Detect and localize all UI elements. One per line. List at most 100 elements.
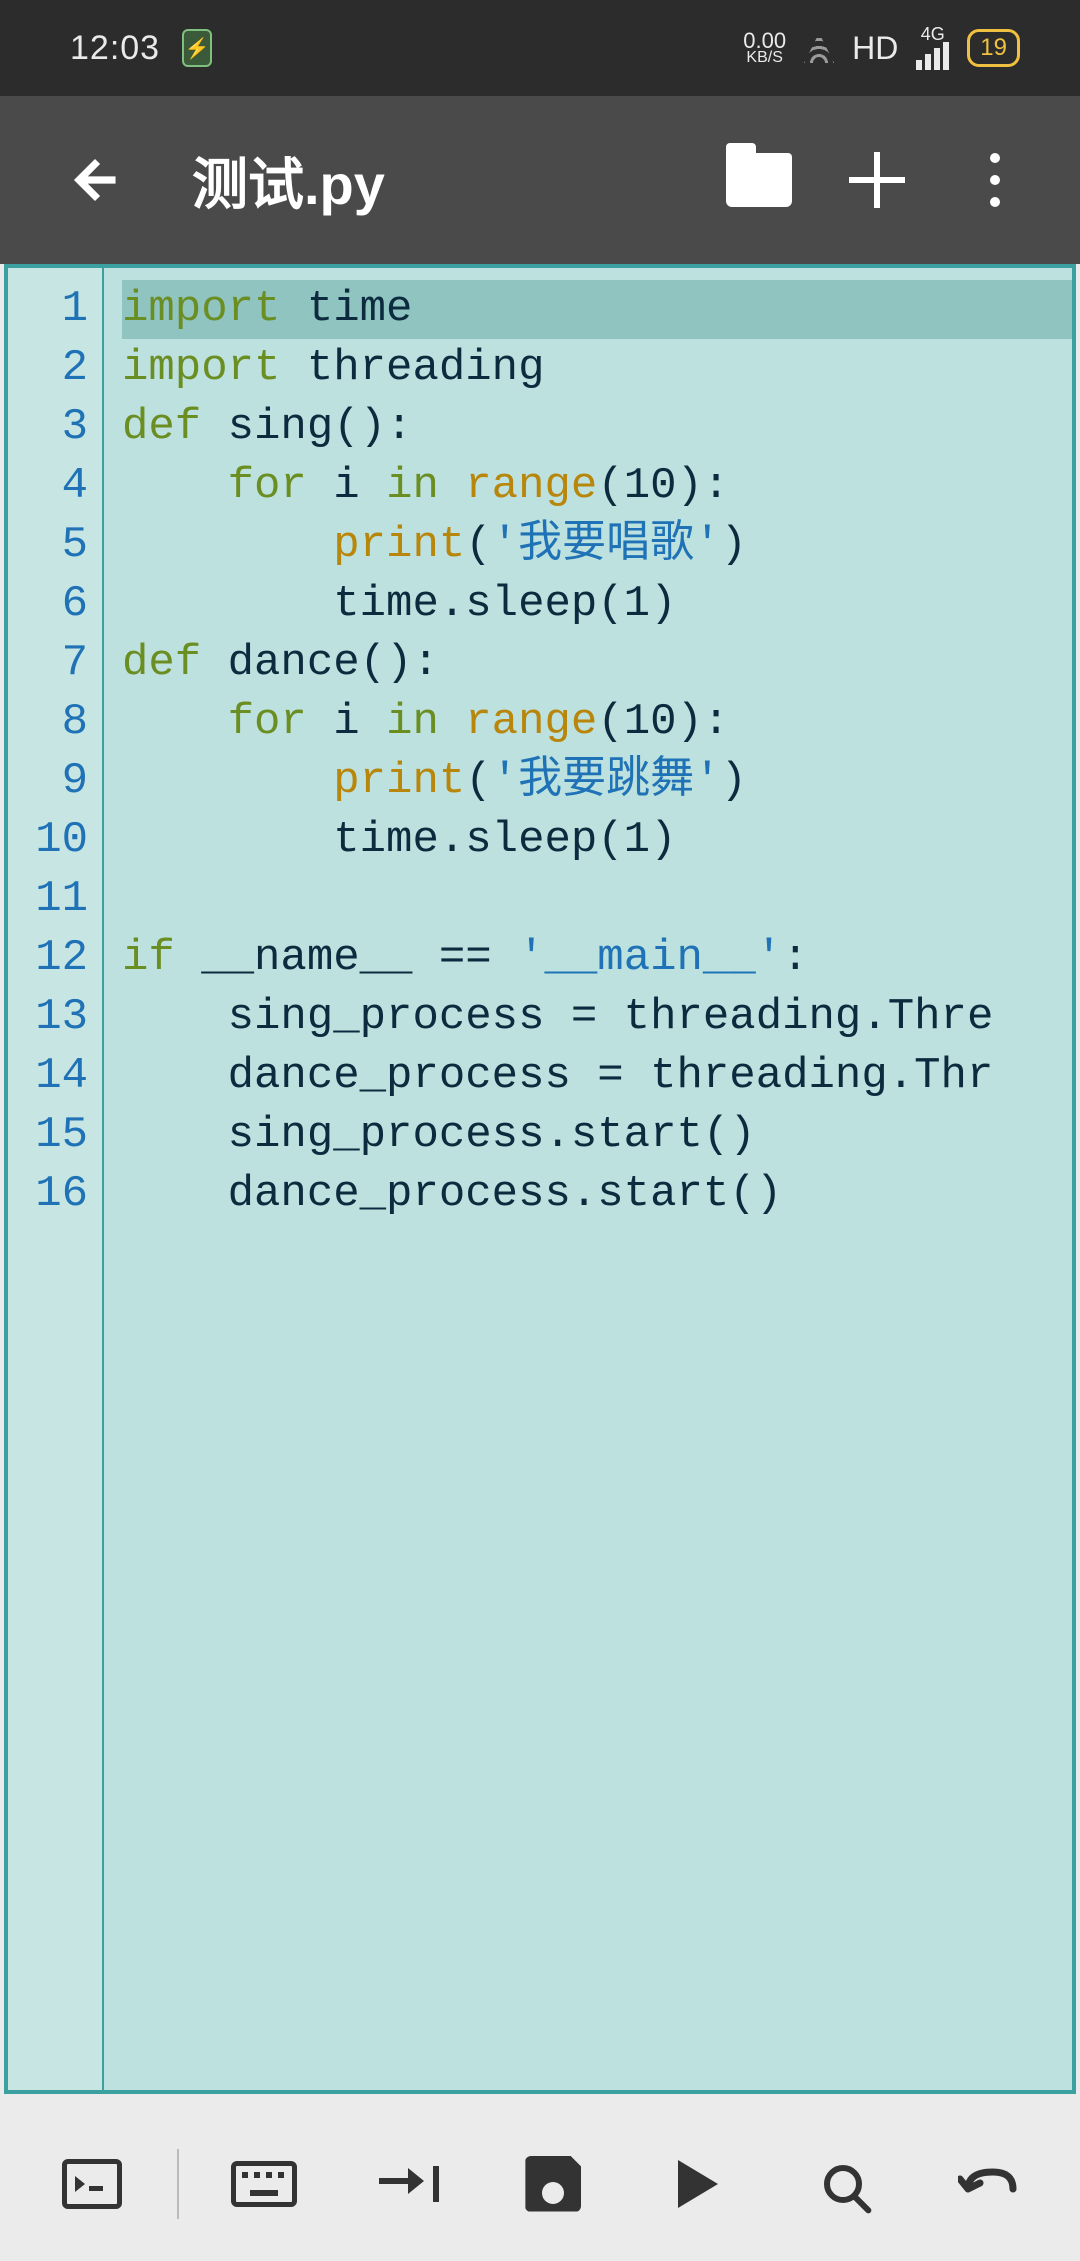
status-left: 12:03 ⚡: [70, 29, 212, 68]
code-line[interactable]: import threading: [122, 339, 1072, 398]
terminal-button[interactable]: [32, 2124, 152, 2244]
code-line[interactable]: for i in range(10):: [122, 457, 1072, 516]
keyboard-icon: [231, 2161, 297, 2207]
code-token: time.sleep(1): [122, 815, 677, 865]
line-number: 9: [8, 752, 88, 811]
search-button[interactable]: [783, 2124, 903, 2244]
code-token: if: [122, 933, 175, 983]
run-button[interactable]: [638, 2124, 758, 2244]
code-line[interactable]: for i in range(10):: [122, 693, 1072, 752]
plus-icon: [849, 152, 905, 208]
undo-button[interactable]: [928, 2124, 1048, 2244]
network-speed-indicator: 0.00 KB/S: [743, 31, 786, 65]
toolbar-divider: [177, 2149, 179, 2219]
line-number: 4: [8, 457, 88, 516]
code-token: import: [122, 343, 280, 393]
code-token: '__main__': [518, 933, 782, 983]
code-token: import: [122, 284, 280, 334]
indent-button[interactable]: [349, 2124, 469, 2244]
new-button[interactable]: [822, 125, 932, 235]
code-token: in: [386, 461, 439, 511]
line-number-gutter: 12345678910111213141516: [8, 268, 104, 2090]
code-line[interactable]: sing_process = threading.Thre: [122, 988, 1072, 1047]
code-editor[interactable]: 12345678910111213141516 import timeimpor…: [4, 264, 1076, 2094]
battery-percent: 19: [980, 34, 1007, 61]
arrow-left-icon: [66, 151, 124, 209]
indent-icon: [379, 2164, 439, 2204]
code-token: print: [333, 520, 465, 570]
code-token: i: [307, 461, 386, 511]
code-token: '我要唱歌': [492, 520, 721, 570]
line-number: 13: [8, 988, 88, 1047]
code-area[interactable]: import timeimport threadingdef sing(): f…: [104, 268, 1072, 2090]
code-line[interactable]: print('我要唱歌'): [122, 516, 1072, 575]
line-number: 8: [8, 693, 88, 752]
code-token: sing_process.start(): [122, 1110, 756, 1160]
line-number: 15: [8, 1106, 88, 1165]
code-token: (10):: [597, 461, 729, 511]
line-number: 14: [8, 1047, 88, 1106]
code-token: print: [333, 756, 465, 806]
code-token: time: [307, 284, 413, 334]
code-line[interactable]: dance_process = threading.Thr: [122, 1047, 1072, 1106]
code-token: for: [228, 697, 307, 747]
line-number: 11: [8, 870, 88, 929]
code-token: dance():: [201, 638, 439, 688]
wifi-icon: [804, 33, 834, 63]
folder-icon: [726, 153, 792, 207]
status-right: 0.00 KB/S HD 4G 19: [743, 26, 1020, 70]
battery-indicator: 19: [967, 29, 1020, 67]
code-line[interactable]: def dance():: [122, 634, 1072, 693]
signal-label: 4G: [921, 26, 945, 42]
more-button[interactable]: [940, 125, 1050, 235]
code-token: dance_process.start(): [122, 1169, 782, 1219]
signal-bars-icon: [916, 42, 949, 70]
code-token: [280, 284, 306, 334]
code-line[interactable]: dance_process.start(): [122, 1165, 1072, 1224]
keyboard-button[interactable]: [204, 2124, 324, 2244]
charging-icon: ⚡: [182, 29, 212, 67]
net-speed-value: 0.00: [743, 31, 786, 51]
code-line[interactable]: import time: [122, 280, 1072, 339]
code-line[interactable]: def sing():: [122, 398, 1072, 457]
code-line[interactable]: if __name__ == '__main__':: [122, 929, 1072, 988]
line-number: 5: [8, 516, 88, 575]
code-token: dance_process = threading.Thr: [122, 1051, 993, 1101]
code-token: range: [465, 461, 597, 511]
file-title: 测试.py: [192, 140, 696, 221]
line-number: 3: [8, 398, 88, 457]
line-number: 1: [8, 280, 88, 339]
more-vertical-icon: [990, 153, 1000, 207]
code-line[interactable]: print('我要跳舞'): [122, 752, 1072, 811]
hd-indicator: HD: [852, 30, 898, 67]
line-number: 7: [8, 634, 88, 693]
line-number: 10: [8, 811, 88, 870]
line-number: 12: [8, 929, 88, 988]
code-token: time.sleep(1): [122, 579, 677, 629]
code-line[interactable]: time.sleep(1): [122, 811, 1072, 870]
code-token: '我要跳舞': [492, 756, 721, 806]
folder-button[interactable]: [704, 125, 814, 235]
status-bar: 12:03 ⚡ 0.00 KB/S HD 4G 19: [0, 0, 1080, 96]
back-button[interactable]: [40, 125, 150, 235]
code-line[interactable]: [122, 870, 1072, 929]
net-speed-unit: KB/S: [743, 51, 786, 65]
code-token: ): [720, 756, 746, 806]
code-token: in: [386, 697, 439, 747]
code-token: [280, 343, 306, 393]
search-icon: [824, 2165, 862, 2203]
terminal-icon: [62, 2159, 122, 2209]
cellular-signal-indicator: 4G: [916, 26, 949, 70]
code-token: for: [228, 461, 307, 511]
code-token: [122, 756, 333, 806]
code-line[interactable]: time.sleep(1): [122, 575, 1072, 634]
code-token: sing_process = threading.Thre: [122, 992, 993, 1042]
code-token: sing():: [201, 402, 412, 452]
play-icon: [678, 2160, 718, 2208]
code-token: [122, 520, 333, 570]
code-token: [439, 461, 465, 511]
code-token: [122, 697, 228, 747]
line-number: 2: [8, 339, 88, 398]
code-line[interactable]: sing_process.start(): [122, 1106, 1072, 1165]
save-button[interactable]: [493, 2124, 613, 2244]
